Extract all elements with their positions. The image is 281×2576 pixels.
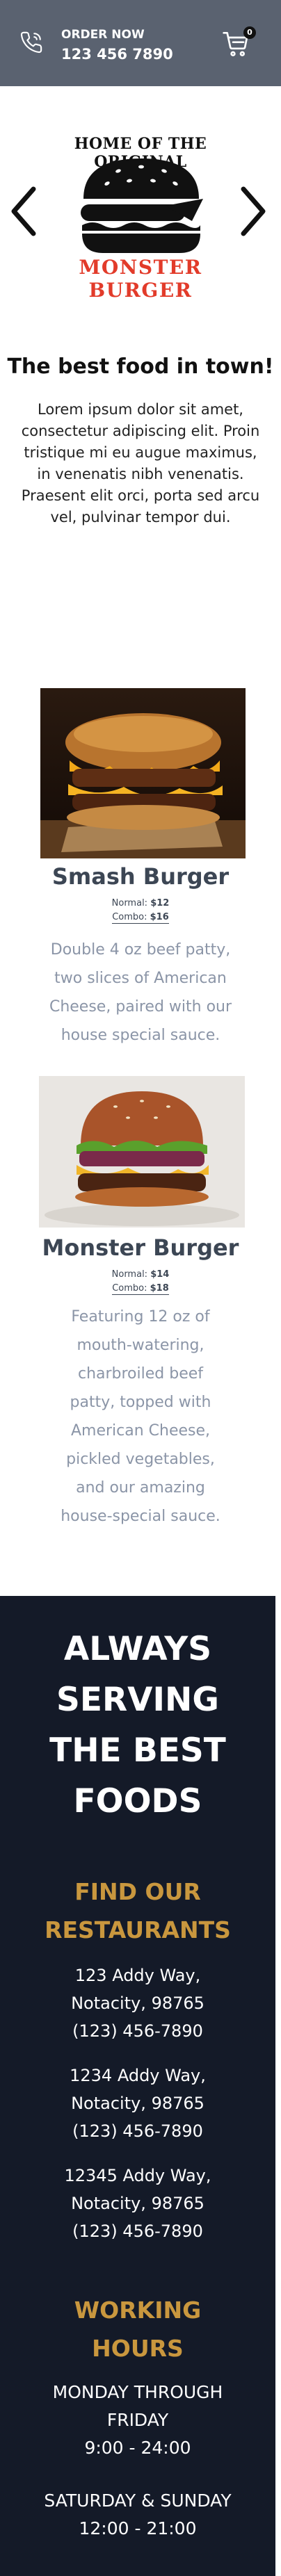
menu-item-name: Smash Burger	[51, 863, 230, 890]
working-hours-heading: WORKING HOURS	[74, 2297, 202, 2362]
normal-price-value: $14	[150, 1269, 170, 1280]
restaurant-address: 123 Addy Way, Notacity, 98765 (123) 456-…	[0, 1962, 275, 2045]
footer-section: ALWAYS SERVING THE BEST FOODS FIND OUR R…	[0, 1596, 275, 2576]
address-phone[interactable]: (123) 456-7890	[0, 2017, 275, 2045]
hours-time: 9:00 - 24:00	[84, 2438, 191, 2458]
menu-item-name: Monster Burger	[42, 1234, 239, 1261]
burger-logo-icon	[81, 158, 203, 253]
normal-price: Normal: $14	[0, 1268, 281, 1282]
address-street: 123 Addy Way,	[74, 1966, 201, 1985]
logo-brand-name: MONSTER BURGER	[79, 256, 202, 302]
order-phone-number: 123 456 7890	[61, 46, 173, 63]
hours-days: MONDAY THROUGH FRIDAY	[52, 2382, 223, 2430]
address-street: 12345 Addy Way,	[64, 2166, 211, 2185]
normal-price: Normal: $12	[0, 897, 281, 911]
combo-price: Combo: $18	[0, 1282, 281, 1296]
hours-days: SATURDAY & SUNDAY	[44, 2491, 232, 2511]
combo-price: Combo: $16	[0, 911, 281, 924]
restaurant-address: 1234 Addy Way, Notacity, 98765 (123) 456…	[0, 2062, 275, 2145]
address-phone[interactable]: (123) 456-7890	[0, 2217, 275, 2245]
hours-time: 12:00 - 21:00	[79, 2518, 197, 2538]
hours-block: SATURDAY & SUNDAY 12:00 - 21:00	[0, 2487, 275, 2543]
menu-item-description: Featuring 12 oz of mouth-watering, charb…	[61, 1308, 220, 1525]
normal-price-label: Normal:	[111, 1269, 148, 1280]
cart-button[interactable]: 0	[223, 26, 256, 58]
normal-price-value: $12	[150, 898, 170, 908]
combo-price-label: Combo:	[112, 1283, 147, 1294]
cart-count-badge: 0	[243, 26, 256, 39]
combo-price-label: Combo:	[112, 912, 147, 922]
address-city: Notacity, 98765	[71, 1994, 204, 2013]
address-phone[interactable]: (123) 456-7890	[0, 2117, 275, 2145]
monster-burger-photo	[39, 1076, 245, 1228]
intro-heading: The best food in town!	[7, 354, 274, 379]
menu-item-description: Double 4 oz beef patty, two slices of Am…	[49, 941, 232, 1044]
address-city: Notacity, 98765	[71, 2094, 204, 2113]
combo-price-value: $16	[150, 912, 169, 922]
brand-logo: HOME OF THE ORIGINAL MONSTER BUR	[28, 132, 253, 302]
find-restaurants-heading: FIND OUR RESTAURANTS	[45, 1878, 231, 1943]
address-city: Notacity, 98765	[71, 2194, 204, 2213]
smash-burger-photo	[40, 688, 246, 858]
intro-paragraph: Lorem ipsum dolor sit amet, consectetur …	[21, 401, 260, 525]
top-bar: ORDER NOW 123 456 7890 0	[0, 0, 281, 86]
restaurant-address: 12345 Addy Way, Notacity, 98765 (123) 45…	[0, 2162, 275, 2245]
phone-icon[interactable]	[19, 31, 43, 54]
address-street: 1234 Addy Way,	[70, 2066, 206, 2085]
page-edge-strip	[275, 1596, 281, 2576]
order-now-label: ORDER NOW	[61, 28, 145, 42]
hours-block: MONDAY THROUGH FRIDAY 9:00 - 24:00	[0, 2379, 275, 2462]
normal-price-label: Normal:	[111, 898, 148, 908]
footer-slogan: ALWAYS SERVING THE BEST FOODS	[49, 1630, 226, 1820]
order-now-link[interactable]: ORDER NOW 123 456 7890	[61, 26, 173, 65]
combo-price-value: $18	[150, 1283, 169, 1294]
